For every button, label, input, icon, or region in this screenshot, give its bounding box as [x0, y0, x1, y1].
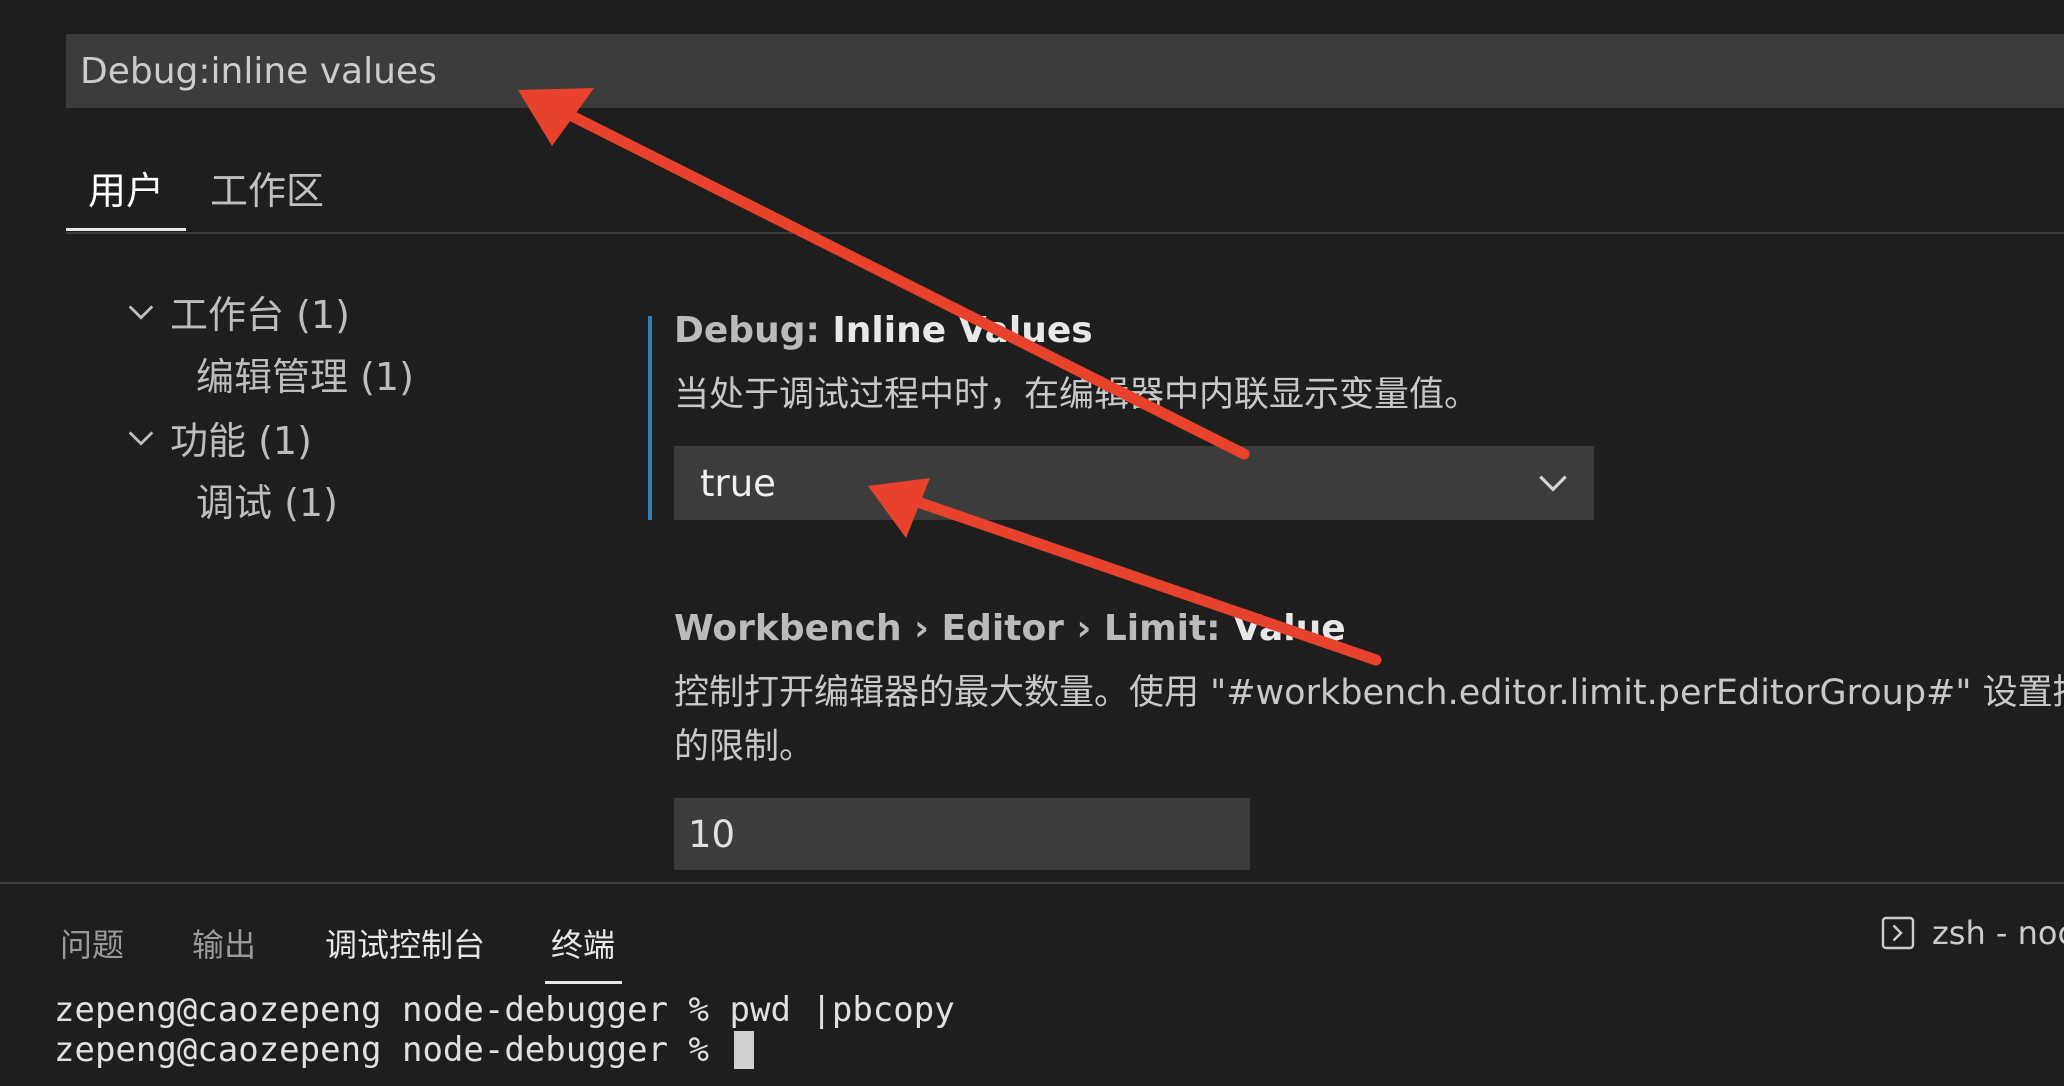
active-tab-indicator: [66, 228, 186, 231]
tab-output[interactable]: 输出: [192, 920, 256, 966]
tab-terminal[interactable]: 终端: [551, 920, 615, 966]
tab-problems[interactable]: 问题: [60, 920, 124, 966]
settings-search-value: Debug:inline values: [80, 50, 437, 92]
setting-category: Debug:: [674, 310, 833, 351]
setting-key: Inline Values: [832, 310, 1093, 351]
chevron-down-icon: [128, 430, 154, 446]
input-value: 10: [688, 812, 736, 856]
terminal-cursor: [733, 1031, 754, 1069]
setting-key: Value: [1233, 608, 1346, 649]
terminal-icon: [1881, 916, 1915, 950]
setting-title-editor-limit: Workbench › Editor › Limit: Value: [674, 608, 1346, 649]
dropdown-chevron-icon: [1539, 475, 1567, 492]
toc-item-label: 调试 (1): [196, 481, 338, 525]
toc-item-features[interactable]: 功能 (1): [124, 410, 312, 465]
setting-title-inline-values: Debug: Inline Values: [674, 310, 1093, 351]
terminal-selector[interactable]: zsh - noc: [1880, 914, 2064, 952]
toc-item-label: 工作台 (1): [170, 293, 350, 337]
setting-description-line1: 控制打开编辑器的最大数量。使用 "#workbench.editor.limit…: [674, 673, 2064, 713]
toc-item-workbench[interactable]: 工作台 (1): [124, 284, 350, 339]
select-value: true: [700, 461, 776, 505]
terminal-selector-label: zsh - noc: [1932, 914, 2064, 952]
modified-setting-indicator: [648, 316, 652, 520]
tab-workspace[interactable]: 工作区: [210, 160, 324, 215]
tab-user[interactable]: 用户: [88, 160, 164, 215]
editor-limit-input[interactable]: 10: [674, 798, 1250, 870]
terminal-prompt-line[interactable]: zepeng@caozepeng node-debugger %: [54, 1030, 754, 1070]
toc-item-label: 功能 (1): [170, 419, 312, 463]
toc-item-editor-management[interactable]: 编辑管理 (1): [196, 346, 414, 401]
settings-scope-tabs: 用户 工作区: [66, 150, 2064, 234]
inline-values-select[interactable]: true: [674, 446, 1594, 520]
terminal-line: zepeng@caozepeng node-debugger % pwd |pb…: [54, 990, 955, 1030]
toc-item-debug[interactable]: 调试 (1): [196, 472, 338, 527]
terminal-prompt: zepeng@caozepeng node-debugger %: [54, 1030, 730, 1070]
setting-description-line2: 的限制。: [674, 727, 815, 767]
bottom-panel: 问题 输出 调试控制台 终端 zsh - noc zepeng@caozepen…: [0, 882, 2064, 1086]
setting-description: 当处于调试过程中时，在编辑器中内联显示变量值。: [674, 375, 1480, 415]
chevron-down-icon: [128, 304, 154, 320]
active-panel-tab-indicator: [545, 981, 622, 984]
settings-search-input[interactable]: Debug:inline values: [66, 34, 2064, 108]
setting-category: Workbench › Editor › Limit:: [674, 608, 1234, 649]
tab-debug-console[interactable]: 调试控制台: [325, 920, 485, 966]
toc-item-label: 编辑管理 (1): [196, 355, 414, 399]
